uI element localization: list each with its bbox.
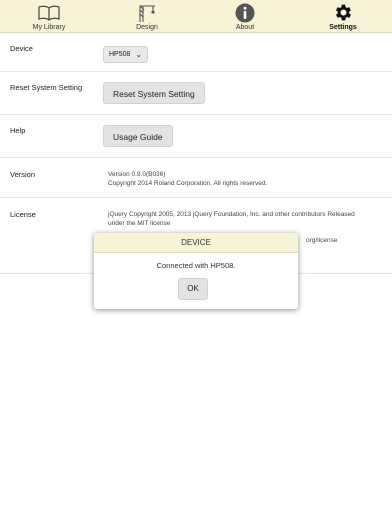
info-icon (234, 2, 256, 23)
usage-guide-button[interactable]: Usage Guide (103, 125, 173, 147)
version-text: Version 0.9.0(B036) (108, 171, 166, 178)
dialog-message: Connected with HP508. (156, 261, 236, 270)
license-text: jQuery Copyright 2005, 2013 jQuery Found… (108, 211, 355, 218)
tab-label: Settings (329, 24, 357, 31)
tab-label: My Library (32, 24, 66, 31)
setting-label: Help (10, 126, 26, 135)
device-dialog: DEVICE Connected with HP508. OK (94, 233, 298, 309)
setting-row-help: Help Usage Guide (0, 115, 392, 158)
setting-row-version: Version Version 0.9.0(B036) Copyright 20… (0, 158, 392, 198)
dialog-title: DEVICE (94, 233, 298, 253)
gear-icon (332, 2, 354, 23)
tab-bar: My Library Design About Settings (0, 0, 392, 33)
reset-system-setting-button[interactable]: Reset System Setting (103, 82, 205, 104)
tab-my-library[interactable]: My Library (0, 0, 98, 32)
book-icon (38, 2, 60, 23)
setting-row-device: Device HP508 ⌄ (0, 34, 392, 72)
ok-button[interactable]: OK (178, 278, 208, 300)
setting-row-reset: Reset System Setting Reset System Settin… (0, 72, 392, 115)
license-link-partial[interactable]: org/license (306, 236, 337, 245)
tab-label: Design (136, 24, 158, 31)
setting-label: Device (10, 44, 33, 53)
copyright-text: Copyright 2014 Roland Corporation. All r… (108, 180, 268, 187)
crane-icon (136, 2, 158, 23)
device-select-value: HP508 (109, 51, 131, 58)
chevron-down-icon: ⌄ (135, 50, 143, 59)
setting-label: Version (10, 170, 36, 179)
setting-label: Reset System Setting (10, 83, 83, 92)
tab-design[interactable]: Design (98, 0, 196, 32)
tab-settings[interactable]: Settings (294, 0, 392, 32)
setting-label: License (10, 210, 36, 219)
tab-about[interactable]: About (196, 0, 294, 32)
tab-label: About (235, 24, 255, 31)
device-select[interactable]: HP508 ⌄ (103, 46, 149, 63)
license-text: under the MIT license (108, 220, 171, 227)
